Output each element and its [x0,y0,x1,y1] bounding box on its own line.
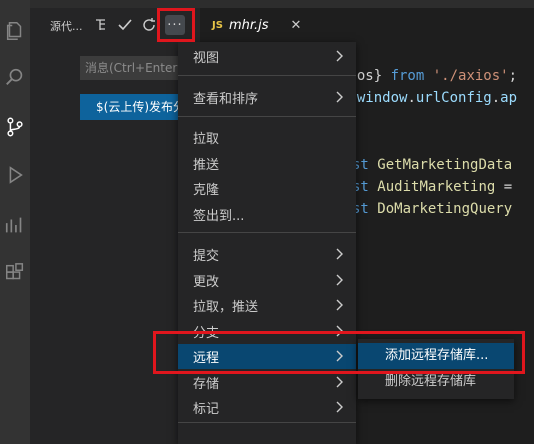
remote-explorer-icon[interactable] [0,210,30,240]
run-debug-icon[interactable] [0,160,30,190]
js-file-icon: JS [212,19,223,31]
menu-item-label: 标记 [193,402,220,417]
code-line: = window.urlConfig.ap [340,87,517,109]
menu-item[interactable]: 视图 [178,44,356,69]
chevron-right-icon [336,91,343,103]
editor-tab-mhr-js[interactable]: JS mhr.js ✕ [200,8,320,42]
menu-separator [178,116,356,117]
menu-item[interactable]: 克隆 [178,176,356,201]
close-icon[interactable]: ✕ [291,18,302,33]
more-actions-highlight [157,8,195,42]
menu-item-label: 克隆 [193,183,220,198]
menu-item[interactable]: 更改 [178,268,356,293]
code-token: ; [508,68,518,84]
menu-item[interactable]: 拉取 [178,125,356,150]
code-line: xios} from './axios'; [340,65,517,87]
menu-item[interactable]: 查看和排序 [178,85,356,110]
activity-bar [0,0,30,444]
code-line: st AuditMarketing = [352,176,512,198]
chevron-right-icon [336,50,343,62]
menu-item-label: 拉取 [193,132,220,147]
menu-item[interactable]: 标记 [178,395,356,420]
remote-submenu-highlight [153,331,525,374]
tab-file-name: mhr.js [228,17,269,33]
menu-separator [178,422,356,423]
chevron-right-icon [336,401,343,413]
menu-item[interactable]: 提交 [178,242,356,267]
tree-view-icon[interactable] [90,14,112,36]
code-token: './axios' [432,68,509,84]
menu-item-label: 拉取，推送 [193,300,259,315]
source-control-panel: 源代... ··· 消息(Ctrl+Enter 在" $(云上传)发布分支 [30,8,212,444]
code-token: = [495,179,513,195]
search-icon[interactable] [0,62,30,92]
code-token: from [390,68,425,84]
chevron-right-icon [336,248,343,260]
commit-check-icon[interactable] [114,14,136,36]
chevron-right-icon [336,376,343,388]
menu-item-label: 提交 [193,249,220,264]
code-token: DoMarketingQuery [377,201,513,217]
code-line: st DoMarketingQuery [352,198,512,220]
menu-separator [178,232,356,233]
code-token: AuditMarketing [377,179,496,195]
source-control-title: 源代... [50,20,83,33]
chevron-right-icon [336,274,343,286]
menu-item[interactable]: 签出到... [178,202,356,227]
menu-item-label: 查看和排序 [193,92,259,107]
menu-item[interactable]: 推送 [178,151,356,176]
code-token: ap [500,90,518,106]
menu-separator [178,75,356,76]
menu-item-label: 更改 [193,275,220,290]
menu-item-label: 存储 [193,377,220,392]
menu-item-label: 签出到... [193,209,245,224]
code-token: . [407,90,416,106]
code-line: st GetMarketingData [352,154,512,176]
code-token: GetMarketingData [377,157,513,173]
more-actions-menu: 视图 查看和排序 拉取 推送 克隆 签出到... 提交 更改 拉取，推送 分支 远程 存储 标记 [178,42,356,444]
files-icon[interactable] [0,16,30,46]
chevron-right-icon [336,299,343,311]
menu-item[interactable]: 拉取，推送 [178,293,356,318]
extensions-icon[interactable] [0,258,30,288]
menu-item-label: 推送 [193,158,220,173]
menu-item-label: 视图 [193,51,220,66]
title-strip [0,0,534,8]
code-token: urlConfig [415,90,492,106]
code-token: window [356,90,408,106]
code-token: . [491,90,501,106]
source-control-icon[interactable] [0,112,30,142]
